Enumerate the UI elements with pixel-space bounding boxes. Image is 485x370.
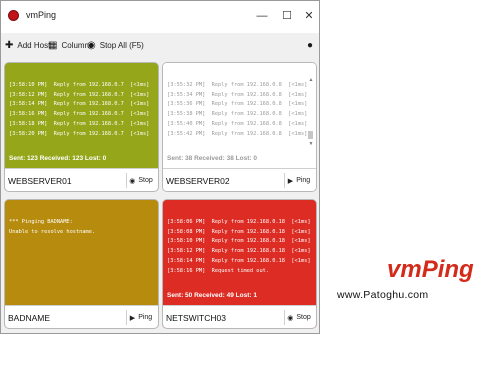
scroll-up-icon[interactable]: ▲: [308, 77, 314, 83]
stop-all-button[interactable]: ◉ Stop All (F5): [87, 40, 144, 51]
panel-footer: WEBSERVER01 ◉ Stop: [5, 168, 158, 191]
stop-circle-icon: ◉: [87, 40, 96, 51]
hostname-field[interactable]: WEBSERVER01: [8, 176, 72, 186]
ping-panel: [3:58:06 PM] Reply from 192.168.0.18 [<1…: [162, 199, 317, 329]
button-label: Ping: [296, 177, 311, 184]
log-line: [3:55:38 PM] Reply from 192.168.0.8 [<1m…: [167, 111, 308, 118]
ping-log: [3:58:06 PM] Reply from 192.168.0.18 [<1…: [163, 200, 316, 288]
add-host-label: Add Host: [17, 41, 51, 50]
log-line: [3:58:10 PM] Reply from 192.168.0.7 [<1m…: [9, 82, 150, 88]
log-line: [3:55:36 PM] Reply from 192.168.0.8 [<1m…: [167, 101, 308, 108]
plus-icon: ✚: [5, 40, 14, 51]
stop-button[interactable]: ◉ Stop: [126, 173, 155, 188]
stop-button[interactable]: ◉ Stop: [284, 310, 313, 325]
hostname-field[interactable]: BADNAME: [8, 313, 50, 323]
log-line: [3:58:16 PM] Request timed out.: [167, 267, 270, 274]
ping-panel: [3:58:10 PM] Reply from 192.168.0.7 [<1m…: [4, 62, 159, 192]
log-line: *** Pinging BADNAME:: [9, 219, 73, 225]
scroll-thumb[interactable]: [308, 131, 313, 139]
log-line: [3:58:08 PM] Reply from 192.168.0.18 [<1…: [167, 228, 311, 235]
window-title: vmPing: [26, 10, 57, 20]
button-label: Ping: [138, 314, 153, 321]
play-icon: ▶: [129, 314, 136, 322]
maximize-button[interactable]: ☐: [278, 7, 296, 25]
log-scrollbar[interactable]: ▲ ▼: [308, 77, 314, 149]
scroll-down-icon[interactable]: ▼: [308, 141, 314, 147]
log-line: [3:58:12 PM] Reply from 192.168.0.7 [<1m…: [9, 91, 150, 98]
ping-log: *** Pinging BADNAME: Unable to resolve ho…: [5, 200, 158, 288]
log-line: [3:55:40 PM] Reply from 192.168.0.8 [<1m…: [167, 120, 308, 127]
log-line: [3:58:06 PM] Reply from 192.168.0.18 [<1…: [167, 219, 311, 225]
ping-panel: [3:55:32 PM] Reply from 192.168.0.8 [<1m…: [162, 62, 317, 192]
add-host-button[interactable]: ✚ Add Host: [5, 40, 50, 51]
hostname-field[interactable]: NETSWITCH03: [166, 313, 226, 323]
log-line: [3:58:14 PM] Reply from 192.168.0.7 [<1m…: [9, 101, 150, 108]
brand-logo: vmPing: [387, 256, 474, 283]
ping-button[interactable]: ▶ Ping: [126, 310, 155, 325]
panel-footer: BADNAME ▶ Ping: [5, 305, 158, 328]
stop-all-label: Stop All (F5): [99, 41, 144, 50]
toolbar: ✚ Add Host ▦ Columns ◉ Stop All (F5) ●: [1, 36, 319, 58]
ping-button[interactable]: ▶ Ping: [284, 173, 313, 188]
ping-log: [3:55:32 PM] Reply from 192.168.0.8 [<1m…: [163, 63, 316, 151]
close-button[interactable]: ✕: [300, 7, 318, 25]
log-line: [3:58:18 PM] Reply from 192.168.0.7 [<1m…: [9, 120, 150, 127]
app-logo-icon: [8, 10, 19, 21]
stop-icon: ◉: [129, 177, 136, 185]
log-line: [3:58:16 PM] Reply from 192.168.0.7 [<1m…: [9, 111, 150, 118]
log-line: [3:58:14 PM] Reply from 192.168.0.18 [<1…: [167, 257, 311, 264]
log-line: [3:58:20 PM] Reply from 192.168.0.7 [<1m…: [9, 130, 150, 137]
settings-button[interactable]: ●: [307, 40, 317, 51]
panel-footer: NETSWITCH03 ◉ Stop: [163, 305, 316, 328]
ping-stats: Sent: 123 Received: 123 Lost: 0: [5, 151, 158, 168]
play-icon: ▶: [287, 177, 294, 185]
button-label: Stop: [296, 314, 311, 321]
log-line: Unable to resolve hostname.: [9, 228, 96, 235]
ping-stats: [5, 288, 158, 305]
log-line: [3:55:32 PM] Reply from 192.168.0.8 [<1m…: [167, 82, 308, 88]
log-line: [3:58:10 PM] Reply from 192.168.0.18 [<1…: [167, 238, 311, 245]
grid-icon: ▦: [48, 40, 58, 51]
minimize-button[interactable]: —: [253, 7, 271, 25]
ping-stats: Sent: 50 Received: 49 Lost: 1: [163, 288, 316, 305]
app-window: vmPing — ☐ ✕ ✚ Add Host ▦ Columns ◉ Stop…: [0, 0, 320, 334]
panel-footer: WEBSERVER02 ▶ Ping: [163, 168, 316, 191]
ping-log: [3:58:10 PM] Reply from 192.168.0.7 [<1m…: [5, 63, 158, 151]
log-line: [3:55:42 PM] Reply from 192.168.0.8 [<1m…: [167, 130, 308, 137]
title-bar: vmPing — ☐ ✕: [1, 1, 319, 33]
ping-stats: Sent: 38 Received: 38 Lost: 0: [163, 151, 316, 168]
stop-icon: ◉: [287, 314, 294, 322]
hostname-field[interactable]: WEBSERVER02: [166, 176, 230, 186]
ping-panel: *** Pinging BADNAME: Unable to resolve ho…: [4, 199, 159, 329]
gear-icon: ●: [307, 40, 314, 51]
log-line: [3:58:12 PM] Reply from 192.168.0.18 [<1…: [167, 248, 311, 255]
button-label: Stop: [138, 177, 153, 184]
log-line: [3:55:34 PM] Reply from 192.168.0.8 [<1m…: [167, 91, 308, 98]
site-url: www.Patoghu.com: [337, 289, 429, 301]
